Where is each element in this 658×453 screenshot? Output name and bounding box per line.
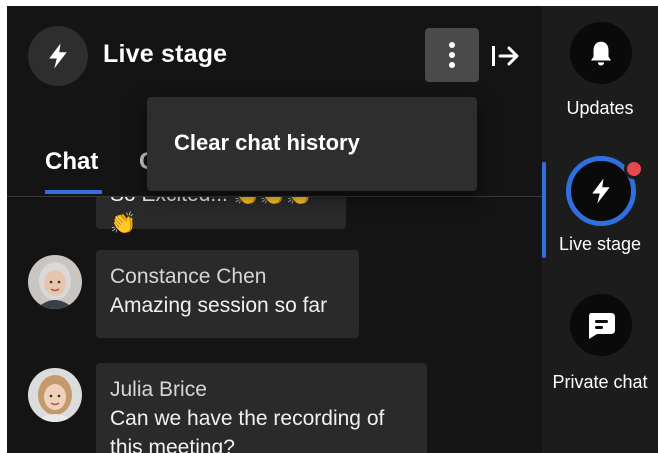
message-text: Amazing session so far xyxy=(110,294,328,317)
chat-bubble-icon xyxy=(589,313,615,339)
rail-icon-circle xyxy=(570,294,632,356)
rail-item-label: Updates xyxy=(566,98,634,118)
rail-item-live-stage[interactable]: Live stage xyxy=(542,146,658,276)
bolt-icon xyxy=(49,43,67,69)
chat-message-list[interactable]: So Excited!!! 👏👏👏👏 Constance Chen Amazin… xyxy=(7,197,542,453)
chat-message-bubble: Julia Brice Can we have the recording of… xyxy=(96,363,427,453)
kebab-vertical-icon xyxy=(449,42,455,68)
chat-message-bubble: So Excited!!! 👏👏👏👏 xyxy=(96,197,346,235)
chat-message-bubble: Constance Chen Amazing session so far xyxy=(96,250,359,338)
live-stage-panel: Live stage Chat C xyxy=(7,6,542,453)
side-rail: Updates Live stage Private chat xyxy=(542,6,658,453)
avatar-constance-chen[interactable] xyxy=(28,255,82,309)
exit-stage-button[interactable] xyxy=(487,38,523,74)
message-text: So Excited!!! 👏👏👏👏 xyxy=(110,197,312,235)
message-sender: Julia Brice xyxy=(110,378,207,401)
rail-item-label: Private chat xyxy=(552,372,648,392)
message-sender: Constance Chen xyxy=(110,265,267,288)
tab-chat[interactable]: Chat xyxy=(45,148,98,176)
menu-item-clear-chat-history[interactable]: Clear chat history xyxy=(147,97,477,191)
menu-item-label: Clear chat history xyxy=(174,130,360,155)
rail-item-updates[interactable]: Updates xyxy=(542,6,658,136)
bolt-icon xyxy=(592,178,610,204)
stage-avatar xyxy=(28,26,88,86)
notification-dot xyxy=(624,159,644,179)
more-options-button[interactable] xyxy=(425,28,479,82)
user-photo xyxy=(28,255,82,309)
more-options-menu: Clear chat history xyxy=(147,97,477,191)
avatar-julia-brice[interactable] xyxy=(28,368,82,422)
rail-item-private-chat[interactable]: Private chat xyxy=(542,286,658,426)
rail-item-label: Live stage xyxy=(558,234,642,254)
exit-arrow-icon xyxy=(492,46,519,66)
rail-icon-circle xyxy=(570,22,632,84)
message-text: Can we have the recording of this meetin… xyxy=(110,407,385,453)
app-window: Live stage Chat C xyxy=(7,6,658,453)
panel-header: Live stage xyxy=(7,6,542,106)
user-photo xyxy=(28,368,82,422)
page-title: Live stage xyxy=(103,40,228,68)
bell-icon xyxy=(591,41,611,66)
active-tab-indicator xyxy=(45,190,102,194)
